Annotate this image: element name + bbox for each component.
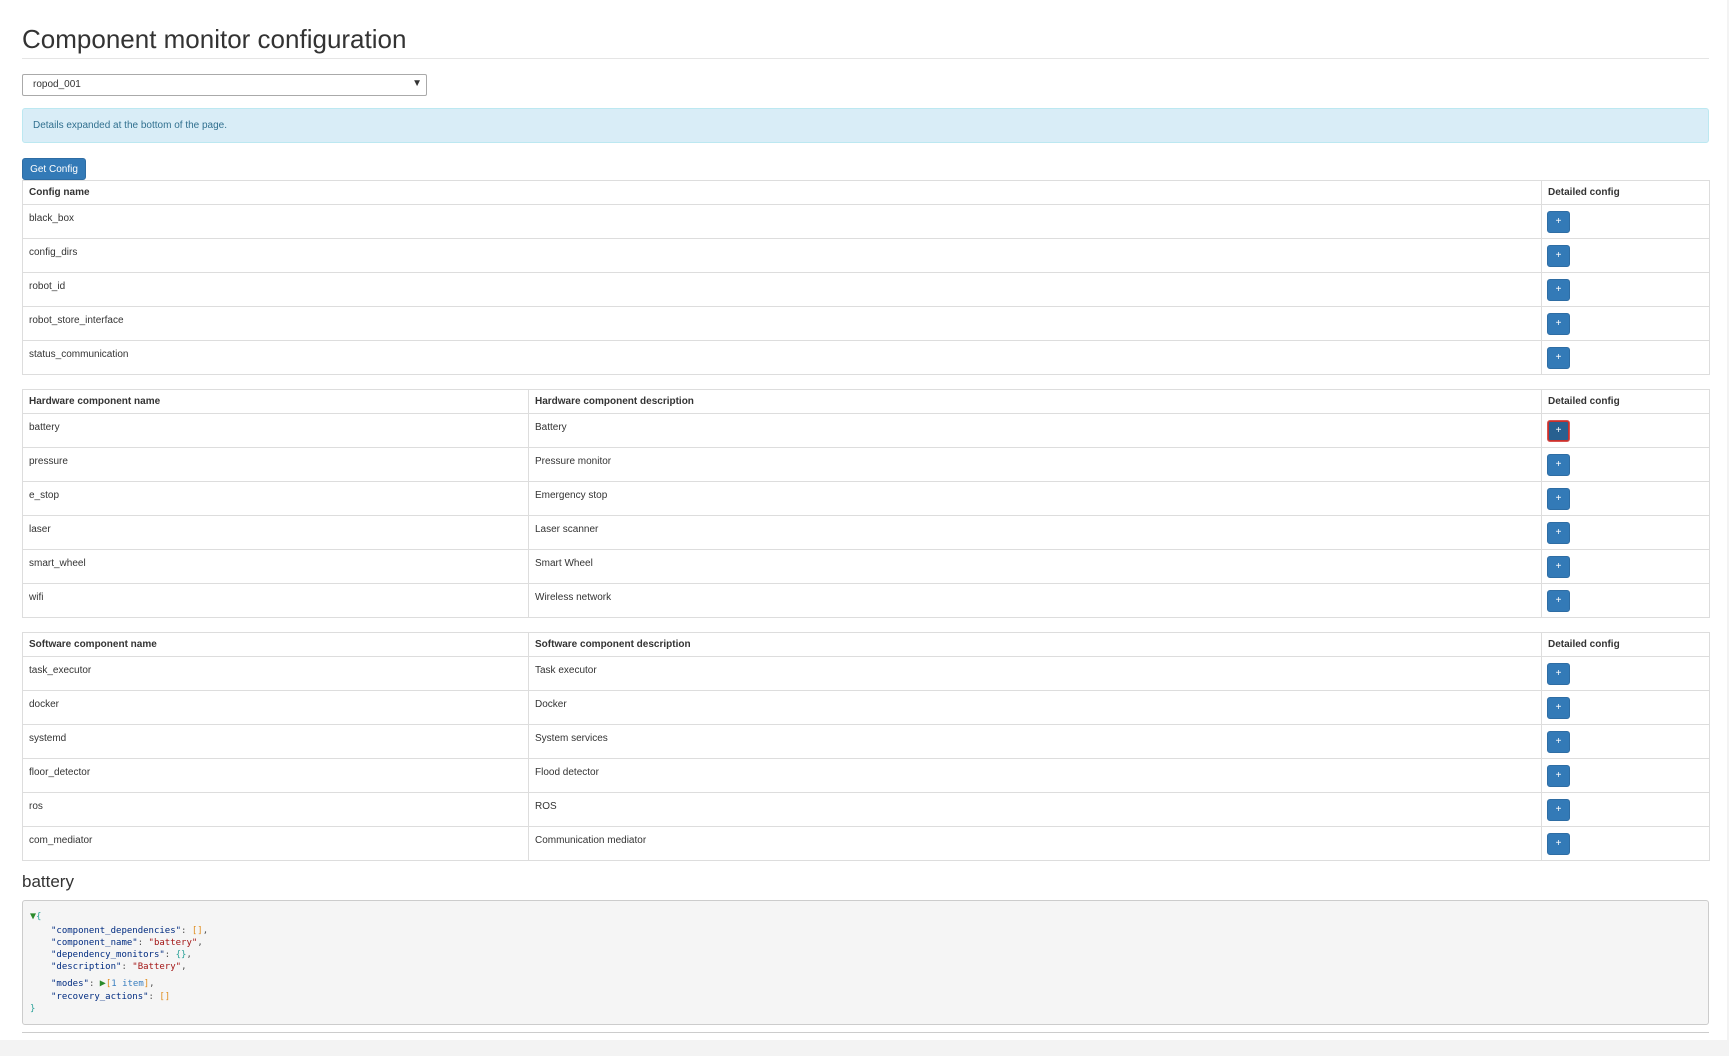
component-name-cell: systemd [22,724,529,759]
table-row: smart_wheel Smart Wheel + [22,549,1710,584]
table-row: task_executor Task executor + [22,656,1710,691]
column-header: Config name [22,180,1542,205]
config-name-cell: config_dirs [22,238,1542,273]
software-table: Software component name Software compone… [22,632,1710,861]
column-header: Hardware component name [22,389,529,414]
component-description-cell: System services [528,724,1542,759]
robot-select[interactable]: ropod_001 ▼ [22,74,427,96]
table-row: floor_detector Flood detector + [22,758,1710,793]
component-name-cell: docker [22,690,529,725]
table-row: wifi Wireless network + [22,583,1710,618]
info-alert-text: Details expanded at the bottom of the pa… [33,120,228,131]
detail-heading: battery [22,872,74,891]
table-row: config_dirs + [22,238,1710,273]
component-description-cell: Emergency stop [528,481,1542,516]
table-row: laser Laser scanner + [22,515,1710,550]
expand-config-button[interactable]: + [1547,279,1570,301]
component-description-cell: Pressure monitor [528,447,1542,482]
component-description-cell: ROS [528,792,1542,827]
table-header-row: Config name Detailed config [22,180,1710,205]
component-name-cell: e_stop [22,481,529,516]
json-entry: "recovery_actions": [] [51,992,171,1002]
component-name-cell: com_mediator [22,826,529,861]
component-description-cell: Communication mediator [528,826,1542,861]
component-description-cell: Docker [528,690,1542,725]
config-name-cell: black_box [22,204,1542,239]
expand-config-button[interactable]: + [1547,522,1570,544]
expand-config-button[interactable]: + [1547,697,1570,719]
column-header: Hardware component description [528,389,1542,414]
component-name-cell: floor_detector [22,758,529,793]
component-name-cell: task_executor [22,656,529,691]
json-entry: "modes": ▶[1 item], [51,978,155,989]
component-description-cell: Flood detector [528,758,1542,793]
chevron-down-icon: ▼ [412,78,422,89]
column-header: Software component description [528,632,1542,657]
page: Component monitor configuration ropod_00… [0,0,1727,1040]
page-title: Component monitor configuration [22,24,407,54]
json-viewer: ▼{ "component_dependencies": [], "compon… [22,900,1709,1025]
table-row: pressure Pressure monitor + [22,447,1710,482]
bottom-divider [22,1032,1709,1033]
column-header: Detailed config [1541,180,1710,205]
table-row: systemd System services + [22,724,1710,759]
component-description-cell: Wireless network [528,583,1542,618]
column-header: Software component name [22,632,529,657]
expand-config-button[interactable]: + [1547,420,1570,442]
component-name-cell: ros [22,792,529,827]
column-header: Detailed config [1541,632,1710,657]
expand-config-button[interactable]: + [1547,211,1570,233]
component-description-cell: Smart Wheel [528,549,1542,584]
get-config-button[interactable]: Get Config [22,158,86,180]
table-row: battery Battery + [22,413,1710,448]
json-entry: "component_name": "battery", [51,938,203,948]
expand-config-button[interactable]: + [1547,245,1570,267]
table-row: com_mediator Communication mediator + [22,826,1710,861]
json-entry: "component_dependencies": [], [51,926,209,936]
config-name-cell: robot_store_interface [22,306,1542,341]
table-row: status_communication + [22,340,1710,375]
component-name-cell: smart_wheel [22,549,529,584]
component-name-cell: laser [22,515,529,550]
expand-config-button[interactable]: + [1547,488,1570,510]
table-row: e_stop Emergency stop + [22,481,1710,516]
column-header: Detailed config [1541,389,1710,414]
expand-config-button[interactable]: + [1547,731,1570,753]
robot-select-value: ropod_001 [33,79,81,90]
expand-config-button[interactable]: + [1547,347,1570,369]
expand-config-button[interactable]: + [1547,765,1570,787]
table-row: robot_id + [22,272,1710,307]
config-name-cell: robot_id [22,272,1542,307]
table-row: robot_store_interface + [22,306,1710,341]
expand-config-button[interactable]: + [1547,454,1570,476]
table-row: black_box + [22,204,1710,239]
expand-config-button[interactable]: + [1547,590,1570,612]
component-description-cell: Battery [528,413,1542,448]
expand-config-button[interactable]: + [1547,799,1570,821]
hardware-table: Hardware component name Hardware compone… [22,389,1710,618]
table-row: docker Docker + [22,690,1710,725]
config-table: Config name Detailed config black_box + … [22,180,1710,375]
expand-config-button[interactable]: + [1547,313,1570,335]
table-header-row: Hardware component name Hardware compone… [22,389,1710,414]
info-alert: Details expanded at the bottom of the pa… [22,108,1709,143]
component-description-cell: Task executor [528,656,1542,691]
json-entry: "dependency_monitors": {}, [51,950,192,960]
expand-config-button[interactable]: + [1547,556,1570,578]
json-entry: "description": "Battery", [51,962,187,972]
component-name-cell: battery [22,413,529,448]
config-name-cell: status_communication [22,340,1542,375]
title-divider [22,58,1709,59]
expand-config-button[interactable]: + [1547,833,1570,855]
component-name-cell: pressure [22,447,529,482]
table-row: ros ROS + [22,792,1710,827]
component-name-cell: wifi [22,583,529,618]
json-close-line: } [30,1004,36,1014]
component-description-cell: Laser scanner [528,515,1542,550]
expand-config-button[interactable]: + [1547,663,1570,685]
table-header-row: Software component name Software compone… [22,632,1710,657]
json-root-line: ▼{ [30,911,42,922]
